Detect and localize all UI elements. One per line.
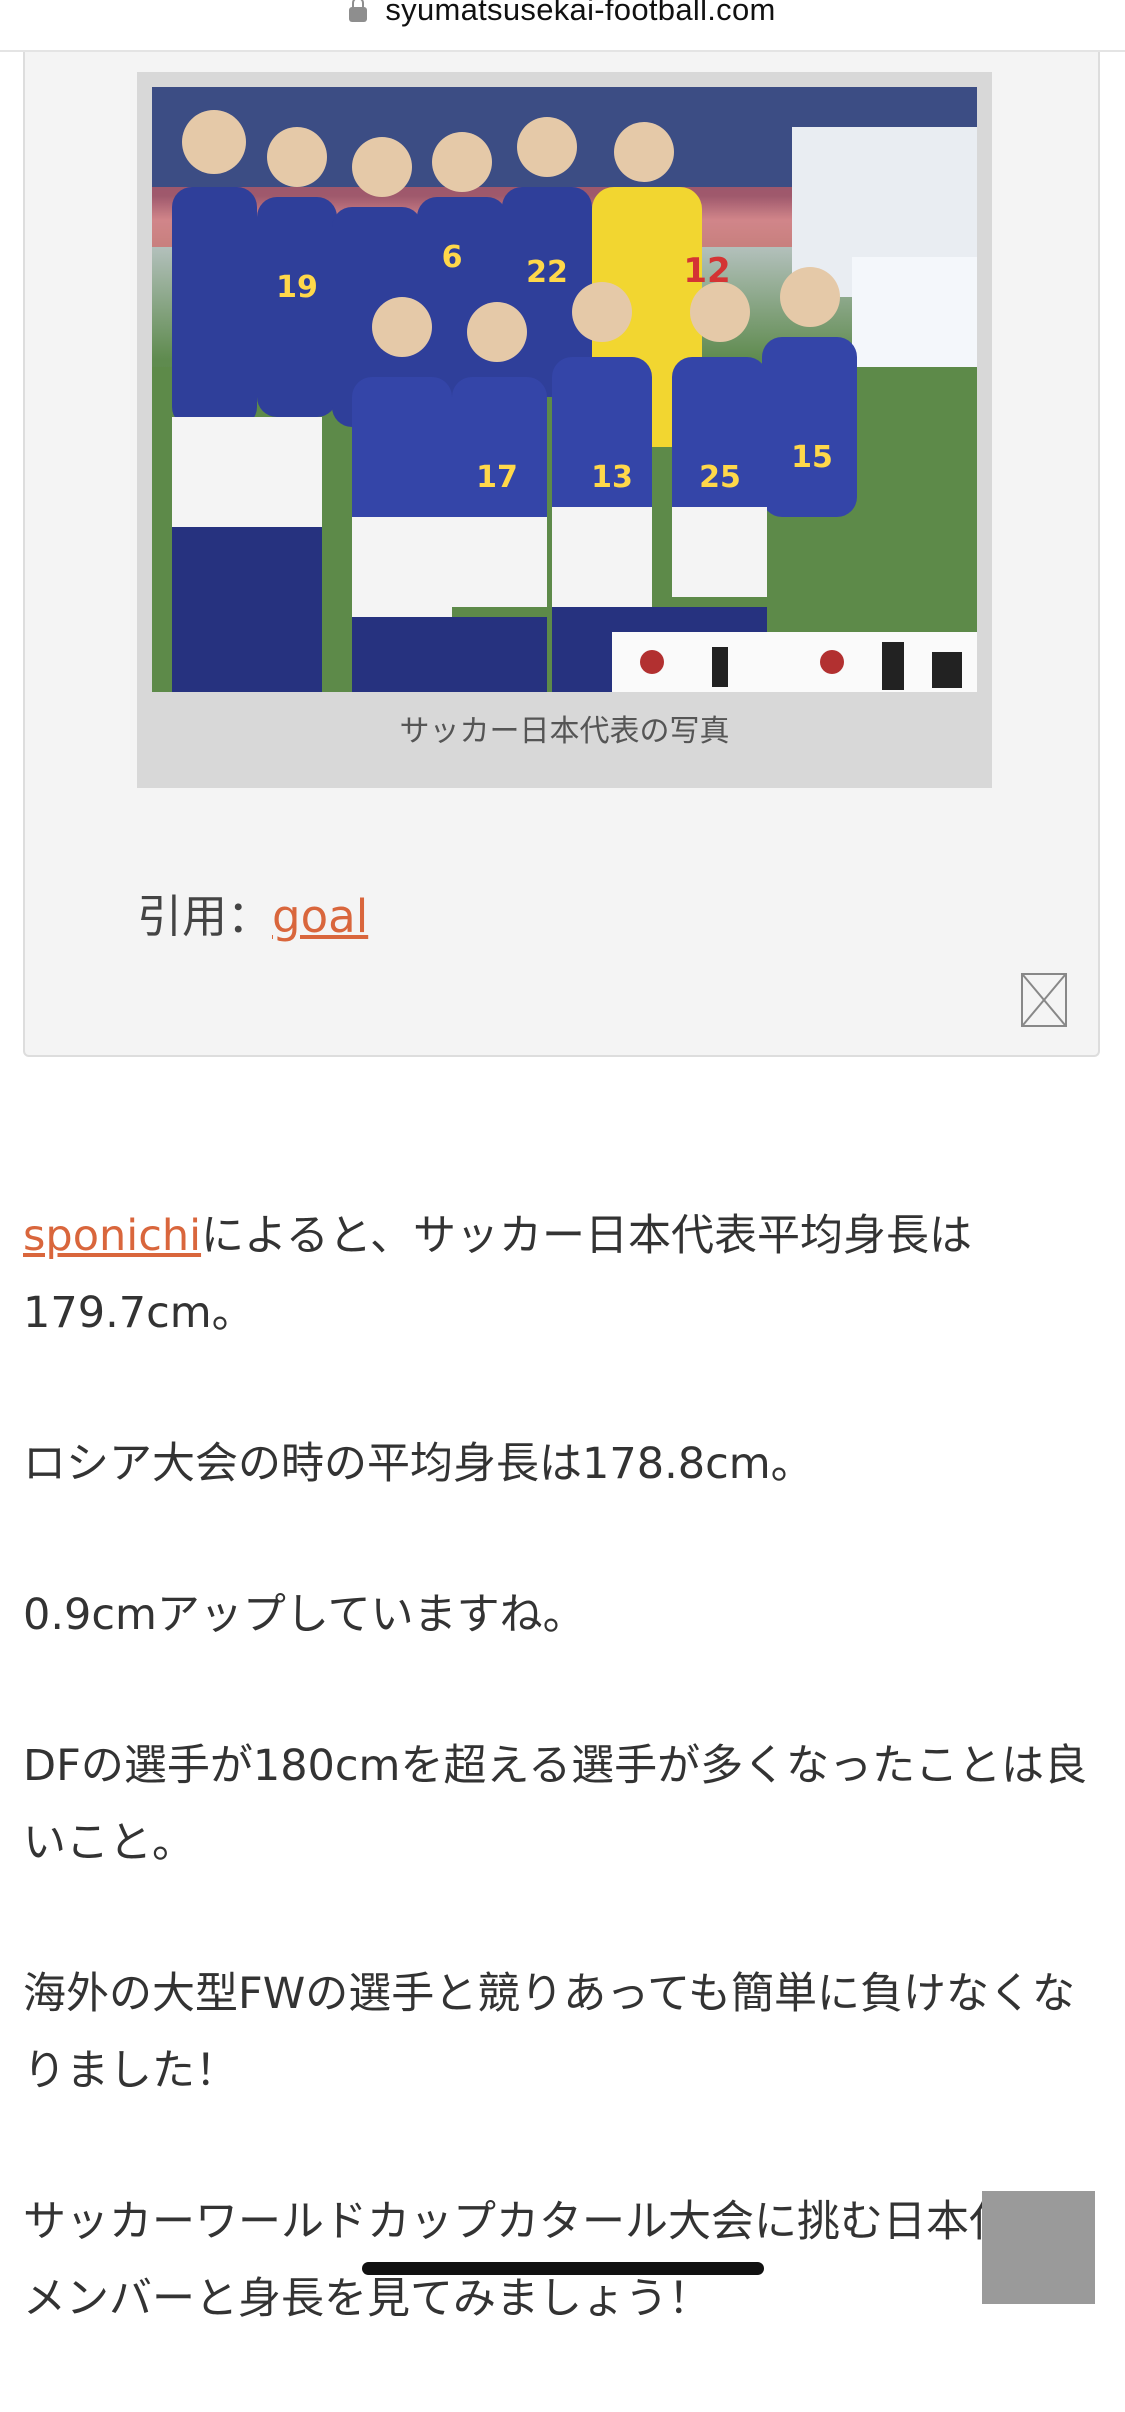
citation-label: 引用： [137,890,273,943]
browser-url-bar[interactable]: syumatsusekai-football.com [0,0,1125,52]
jersey-number: 12 [683,251,730,291]
figure: 19 22 6 13 25 15 17 12 サッカー日本代表の写真 [137,72,992,788]
jersey-number: 13 [591,460,633,495]
paragraph: 0.9cmアップしていますね。 [23,1590,586,1640]
close-icon[interactable] [1021,973,1067,1027]
quote-box: 19 22 6 13 25 15 17 12 サッカー日本代表の写真 引用：go… [23,20,1100,1057]
lock-icon [349,0,368,22]
paragraph: DFの選手が180cmを超える選手が多くなったことは良いこと。 [23,1741,1088,1868]
url-text: syumatsusekai-football.com [385,0,776,27]
paragraph: 海外の大型FWの選手と競りあっても簡単に負けなくなりました！ [23,1969,1075,2096]
citation: 引用：goal [137,880,368,945]
scroll-to-top-button[interactable] [982,2191,1095,2304]
jersey-number: 6 [442,240,463,275]
jersey-number: 19 [276,270,318,305]
paragraph: サッカーワールドカップカタール大会に挑む日本代表のメンバーと身長を見てみましょう… [23,2197,1098,2324]
paragraph: ロシア大会の時の平均身長は178.8cm。 [23,1439,814,1489]
jersey-number: 25 [699,460,741,495]
team-photo: 19 22 6 13 25 15 17 12 [152,87,977,692]
jersey-number: 17 [476,460,518,495]
home-indicator[interactable] [362,2262,764,2275]
citation-link[interactable]: goal [272,890,368,943]
article-body: sponichiによると、サッカー日本代表平均身長は179.7cm。 ロシア大会… [23,1198,1103,2412]
jersey-number: 22 [526,255,568,290]
source-link[interactable]: sponichi [23,1211,201,1261]
photo-caption: サッカー日本代表の写真 [399,714,730,749]
team-photo-illustration: 19 22 6 13 25 15 17 12 [152,87,977,692]
jersey-number: 15 [791,440,833,475]
close-x-icon [1022,974,1066,1026]
paragraph: sponichiによると、サッカー日本代表平均身長は179.7cm。 [23,1198,1103,1352]
